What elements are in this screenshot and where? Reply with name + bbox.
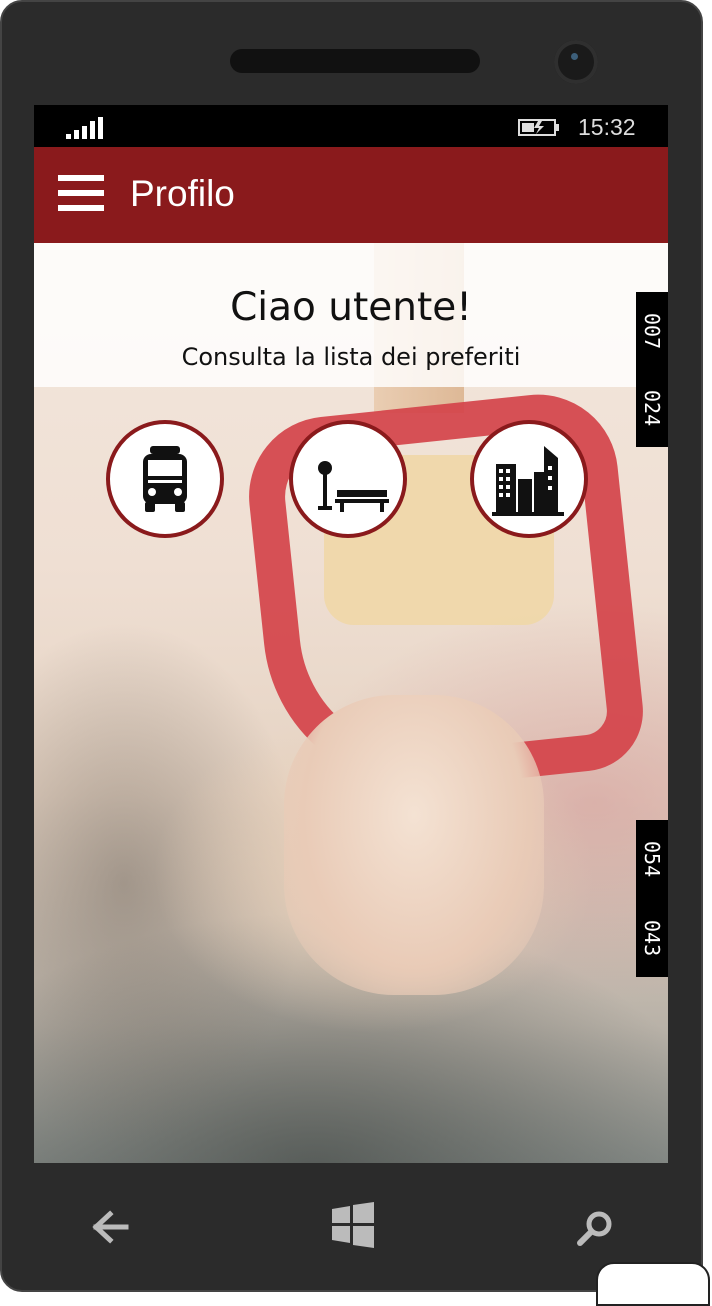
buildings-icon — [492, 446, 564, 516]
phone-frame: 15:32 Profilo Ciao utente! Consulta la l… — [0, 0, 703, 1292]
favorite-bus-button[interactable] — [106, 420, 224, 538]
status-bar: 15:32 — [34, 105, 668, 147]
signal-bars-icon — [66, 117, 104, 139]
screen: 15:32 Profilo Ciao utente! Consulta la l… — [34, 105, 668, 1163]
photo-hand — [284, 695, 544, 995]
favorite-bus-stop-button[interactable] — [289, 420, 407, 538]
page-title: Profilo — [130, 173, 235, 214]
ticker-code: 043 — [640, 919, 664, 957]
hamburger-menu-icon[interactable] — [58, 175, 104, 213]
clock: 15:32 — [578, 114, 636, 140]
ticker-code: 007 — [640, 312, 664, 350]
battery-charging-icon — [518, 119, 559, 136]
corner-overlay — [596, 1262, 710, 1306]
bus-line-ticker-top: 007 024 — [636, 292, 668, 447]
back-arrow-icon[interactable] — [92, 1210, 130, 1244]
earpiece-speaker — [230, 49, 480, 73]
ticker-code: 024 — [640, 390, 664, 427]
front-camera — [554, 40, 598, 84]
bus-icon — [143, 446, 187, 512]
app-bar: Profilo — [34, 147, 668, 243]
greeting-subtitle: Consulta la lista dei preferiti — [181, 343, 521, 371]
ticker-code: 054 — [640, 841, 664, 878]
bus-stop-bench-icon — [318, 461, 389, 512]
greeting-panel: Ciao utente! Consulta la lista dei prefe… — [34, 243, 668, 387]
search-icon[interactable] — [576, 1210, 614, 1246]
greeting-title: Ciao utente! — [230, 285, 472, 330]
favorite-city-button[interactable] — [470, 420, 588, 538]
windows-logo-icon[interactable] — [330, 1202, 376, 1248]
bus-line-ticker-bottom: 054 043 — [636, 820, 668, 977]
